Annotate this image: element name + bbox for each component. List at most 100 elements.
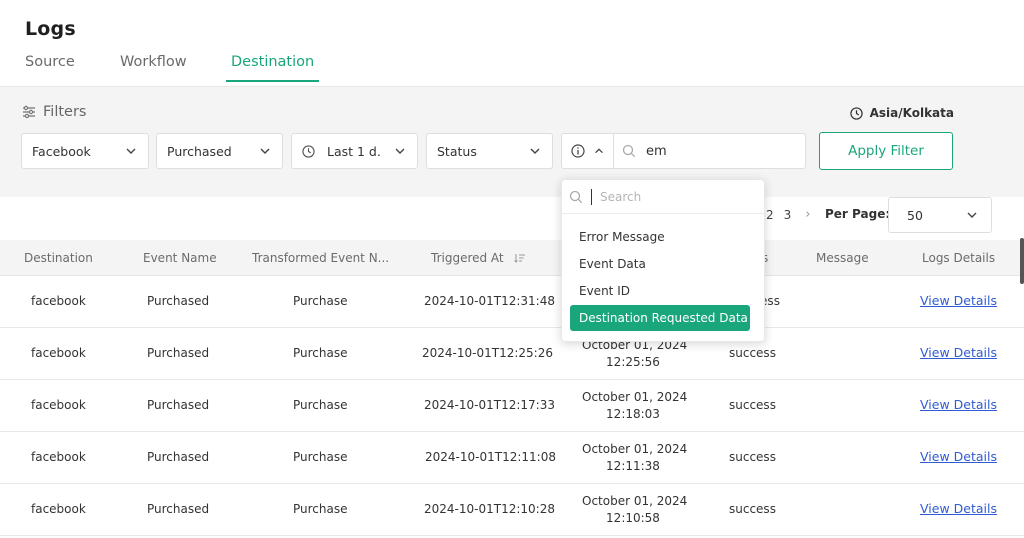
per-page-label: Per Page:: [825, 207, 891, 221]
cell-received-at: October 01, 2024 12:10:58: [582, 493, 688, 527]
time-range-select[interactable]: Last 1 d...: [291, 133, 418, 169]
option-destination-requested-data[interactable]: Destination Requested Data: [570, 305, 750, 331]
destination-select-value: Facebook: [32, 143, 91, 159]
page-2-link[interactable]: 2: [766, 208, 774, 222]
per-page-select[interactable]: 50: [888, 197, 992, 233]
text-cursor: [591, 188, 592, 205]
received-time: 12:11:38: [606, 459, 660, 473]
search-input-value: em: [646, 143, 667, 159]
time-range-value: Last 1 d...: [327, 143, 381, 159]
cell-triggered-at: 2024-10-01T12:17:33: [424, 398, 555, 412]
view-details-link[interactable]: View Details: [920, 293, 997, 308]
page-title: Logs: [25, 18, 76, 40]
search-icon: [569, 190, 583, 203]
received-time: 12:25:56: [606, 355, 660, 369]
cell-event-name: Purchased: [147, 450, 210, 464]
page-3-link[interactable]: 3: [784, 208, 792, 222]
chevron-down-icon: [395, 148, 405, 154]
chevron-down-icon: [126, 148, 136, 154]
view-details-link[interactable]: View Details: [920, 501, 997, 516]
cell-transformed-event: Purchase: [293, 502, 348, 516]
clock-icon: [849, 106, 863, 120]
search-input[interactable]: em: [614, 144, 805, 159]
cell-destination: facebook: [31, 346, 86, 360]
search-icon: [622, 144, 636, 158]
filters-title: Filters: [43, 104, 87, 120]
option-event-data[interactable]: Event Data: [570, 251, 750, 277]
clock-icon: [302, 144, 315, 158]
view-details-link[interactable]: View Details: [920, 345, 997, 360]
timezone-indicator: Asia/Kolkata: [849, 106, 954, 120]
cell-event-name: Purchased: [147, 294, 210, 308]
cell-status: success: [729, 346, 776, 360]
received-time: 12:18:03: [606, 407, 660, 421]
status-select[interactable]: Status: [426, 133, 553, 169]
pagination: 2 3 ›: [766, 207, 810, 222]
dropdown-search-input[interactable]: Search: [562, 180, 764, 214]
cell-status: success: [729, 398, 776, 412]
table-row: facebook Purchased Purchase 2024-10-01T1…: [0, 380, 1024, 432]
cell-destination: facebook: [31, 294, 86, 308]
col-transformed-event-name: Transformed Event N...: [252, 251, 390, 265]
scrollbar-thumb[interactable]: [1020, 238, 1024, 284]
received-date: October 01, 2024: [582, 442, 688, 456]
info-icon: [570, 144, 585, 158]
tab-source[interactable]: Source: [25, 54, 75, 80]
cell-status: success: [729, 450, 776, 464]
received-date: October 01, 2024: [582, 390, 688, 404]
dropdown-search-placeholder: Search: [600, 189, 642, 204]
field-selector-toggle[interactable]: [562, 134, 614, 168]
option-event-id[interactable]: Event ID: [570, 278, 750, 304]
cell-event-name: Purchased: [147, 502, 210, 516]
event-select-value: Purchased: [167, 143, 232, 159]
field-search-group: em: [561, 133, 806, 169]
table-row: facebook Purchased Purchase 2024-10-01T1…: [0, 484, 1024, 536]
destination-select[interactable]: Facebook: [21, 133, 149, 169]
field-dropdown-menu: Search Error Message Event Data Event ID…: [561, 179, 765, 342]
sort-icon: [513, 254, 525, 263]
next-page-button[interactable]: ›: [805, 207, 810, 222]
chevron-up-icon: [594, 148, 603, 154]
table-header: Destination Event Name Transformed Event…: [0, 240, 1024, 276]
cell-destination: facebook: [31, 398, 86, 412]
chevron-down-icon: [967, 212, 977, 218]
cell-received-at: October 01, 2024 12:11:38: [582, 441, 688, 475]
tab-workflow[interactable]: Workflow: [120, 54, 187, 80]
table-row: facebook Purchased Purchase 2024-10-01T1…: [0, 276, 1024, 328]
filter-sliders-icon: [23, 105, 35, 119]
option-error-message[interactable]: Error Message: [570, 224, 750, 250]
event-select[interactable]: Purchased: [156, 133, 283, 169]
cell-received-at: October 01, 2024 12:18:03: [582, 389, 688, 423]
chevron-down-icon: [260, 148, 270, 154]
cell-transformed-event: Purchase: [293, 398, 348, 412]
cell-event-name: Purchased: [147, 398, 210, 412]
apply-filter-button[interactable]: Apply Filter: [819, 132, 953, 170]
cell-triggered-at: 2024-10-01T12:10:28: [424, 502, 555, 516]
table-row: facebook Purchased Purchase 2024-10-01T1…: [0, 432, 1024, 484]
filter-panel: Filters Asia/Kolkata Facebook Purchased …: [0, 87, 1024, 197]
cell-triggered-at: 2024-10-01T12:11:08: [425, 450, 556, 464]
col-destination: Destination: [24, 251, 93, 265]
received-time: 12:10:58: [606, 511, 660, 525]
received-date: October 01, 2024: [582, 494, 688, 508]
col-triggered-at-label: Triggered At: [431, 251, 504, 265]
view-details-link[interactable]: View Details: [920, 449, 997, 464]
status-select-value: Status: [437, 143, 477, 159]
cell-transformed-event: Purchase: [293, 294, 348, 308]
cell-status: success: [729, 502, 776, 516]
col-triggered-at[interactable]: Triggered At: [431, 251, 526, 265]
tab-destination[interactable]: Destination: [226, 54, 320, 82]
logs-page: Logs Source Workflow Destination Filters…: [0, 0, 1024, 538]
view-details-link[interactable]: View Details: [920, 397, 997, 412]
cell-transformed-event: Purchase: [293, 450, 348, 464]
timezone-label: Asia/Kolkata: [869, 106, 954, 120]
col-event-name: Event Name: [143, 251, 217, 265]
filters-header: Filters: [22, 104, 86, 120]
cell-received-at: October 01, 2024 12:25:56: [582, 337, 687, 371]
col-logs-details: Logs Details: [922, 251, 996, 265]
cell-destination: facebook: [31, 502, 86, 516]
cell-event-name: Purchased: [147, 346, 210, 360]
table-row: facebook Purchased Purchase 2024-10-01T1…: [0, 328, 1024, 380]
cell-destination: facebook: [31, 450, 86, 464]
tab-bar: Source Workflow Destination: [0, 50, 1024, 87]
